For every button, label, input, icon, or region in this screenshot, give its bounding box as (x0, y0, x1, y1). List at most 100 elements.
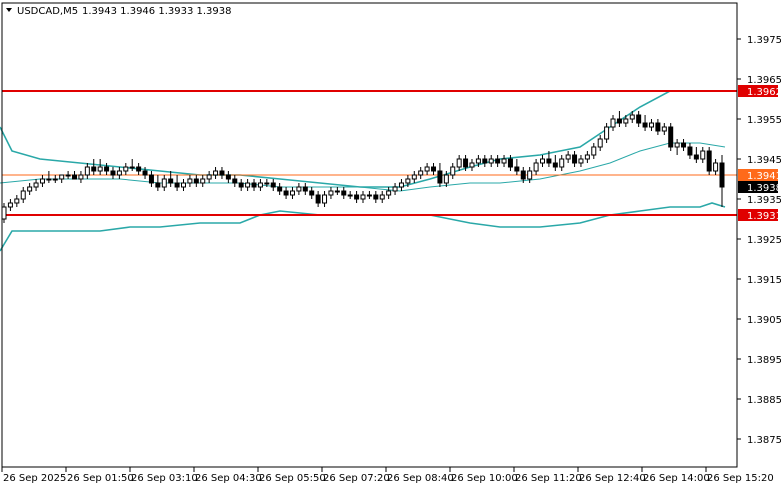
x-tick-label: 26 Sep 11:20 (515, 473, 582, 484)
candle-body (418, 170, 424, 176)
candle-body (713, 162, 719, 172)
candle-body (225, 174, 231, 180)
candle-body (347, 194, 353, 197)
candle-body (302, 186, 308, 192)
y-tick-label: 1.3935 (747, 195, 781, 206)
candle (706, 147, 712, 175)
candle-body (495, 158, 501, 164)
price-level-label: 1.3931 (747, 211, 781, 222)
candle-body (668, 126, 674, 148)
candle-body (629, 114, 635, 120)
x-tick-label: 26 Sep 15:20 (707, 473, 774, 484)
candle-body (507, 158, 513, 168)
candle-body (501, 158, 507, 164)
candle-body (405, 178, 411, 184)
candle-body (584, 154, 590, 160)
candle-body (322, 194, 328, 204)
candle-body (533, 162, 539, 172)
candle-body (661, 126, 667, 132)
candle-body (386, 190, 392, 196)
candle-body (450, 166, 456, 176)
candle-body (700, 150, 706, 160)
candle-body (84, 166, 90, 176)
candle-body (565, 154, 571, 160)
candle-body (238, 182, 244, 188)
candle-body (123, 166, 129, 172)
candle-body (456, 158, 462, 168)
x-tick-label: 26 Sep 01:50 (67, 473, 134, 484)
x-tick-label: 26 Sep 04:30 (195, 473, 262, 484)
candle-body (315, 194, 321, 204)
candle-body (591, 146, 597, 156)
candle-body (463, 158, 469, 168)
candle-body (72, 174, 78, 180)
candle-body (559, 158, 565, 168)
candle-body (39, 178, 45, 184)
candle-body (33, 182, 39, 188)
price-level-label: 1.3941 (747, 171, 781, 182)
candle-body (514, 166, 520, 172)
candle-body (546, 158, 552, 164)
candle-body (296, 186, 302, 192)
candle-body (706, 150, 712, 172)
y-tick-label: 1.3885 (747, 395, 781, 406)
candle-body (206, 174, 212, 180)
candle-body (681, 142, 687, 148)
candle-body (78, 174, 84, 180)
candle-body (129, 166, 135, 169)
candle-body (46, 178, 52, 181)
current-price-label: 1.3938 (747, 183, 781, 194)
candle-body (168, 178, 174, 184)
candle-body (136, 166, 142, 172)
candle-body (636, 114, 642, 124)
candle-body (97, 166, 103, 172)
candle-body (488, 158, 494, 164)
x-tick-label: 26 Sep 12:40 (579, 473, 646, 484)
candle-body (187, 178, 193, 184)
symbol-label: USDCAD,M5 (17, 6, 78, 17)
candle-body (7, 202, 13, 208)
candle-body (572, 154, 578, 164)
candle-body (424, 166, 430, 172)
candle-body (674, 142, 680, 148)
candle-body (527, 170, 533, 180)
candle-body (379, 194, 385, 200)
x-tick-label: 26 Sep 08:40 (387, 473, 454, 484)
candle-body (642, 122, 648, 128)
candle-body (59, 174, 65, 180)
y-tick-label: 1.3895 (747, 355, 781, 366)
candle-body (597, 138, 603, 148)
candle-body (719, 162, 725, 188)
candle-body (232, 178, 238, 184)
candle-body (578, 158, 584, 164)
candle-body (27, 186, 33, 192)
candle-body (116, 170, 122, 176)
price-chart[interactable]: 1.3975 1.3965 1.3955 1.3945 1.3935 1.3925 1.39… (0, 0, 781, 489)
candle-body (251, 182, 257, 188)
x-tick-label: 26 Sep 2025 (3, 473, 66, 484)
candle-body (552, 162, 558, 168)
y-tick-label: 1.3915 (747, 275, 781, 286)
candle-body (110, 170, 116, 176)
candle-body (540, 158, 545, 164)
candle-body (373, 194, 379, 200)
candle-body (520, 170, 526, 180)
price-level-label: 1.3962 (747, 87, 781, 98)
candle-body (475, 158, 481, 164)
candle-body (91, 166, 97, 172)
candle-body (14, 198, 20, 204)
y-tick-label: 1.3955 (747, 115, 781, 126)
candle-body (181, 182, 186, 188)
candle-body (398, 182, 404, 188)
candle-body (193, 178, 199, 184)
candle-body (431, 166, 437, 172)
y-tick-label: 1.3905 (747, 315, 781, 326)
candle-body (257, 182, 263, 188)
x-tick-label: 26 Sep 10:00 (451, 473, 518, 484)
x-tick-label: 26 Sep 03:10 (131, 473, 198, 484)
candle-body (309, 190, 315, 196)
candle-body (366, 194, 372, 197)
candle-body (200, 178, 206, 184)
y-tick-label: 1.3975 (747, 35, 781, 46)
candle-body (648, 122, 654, 128)
